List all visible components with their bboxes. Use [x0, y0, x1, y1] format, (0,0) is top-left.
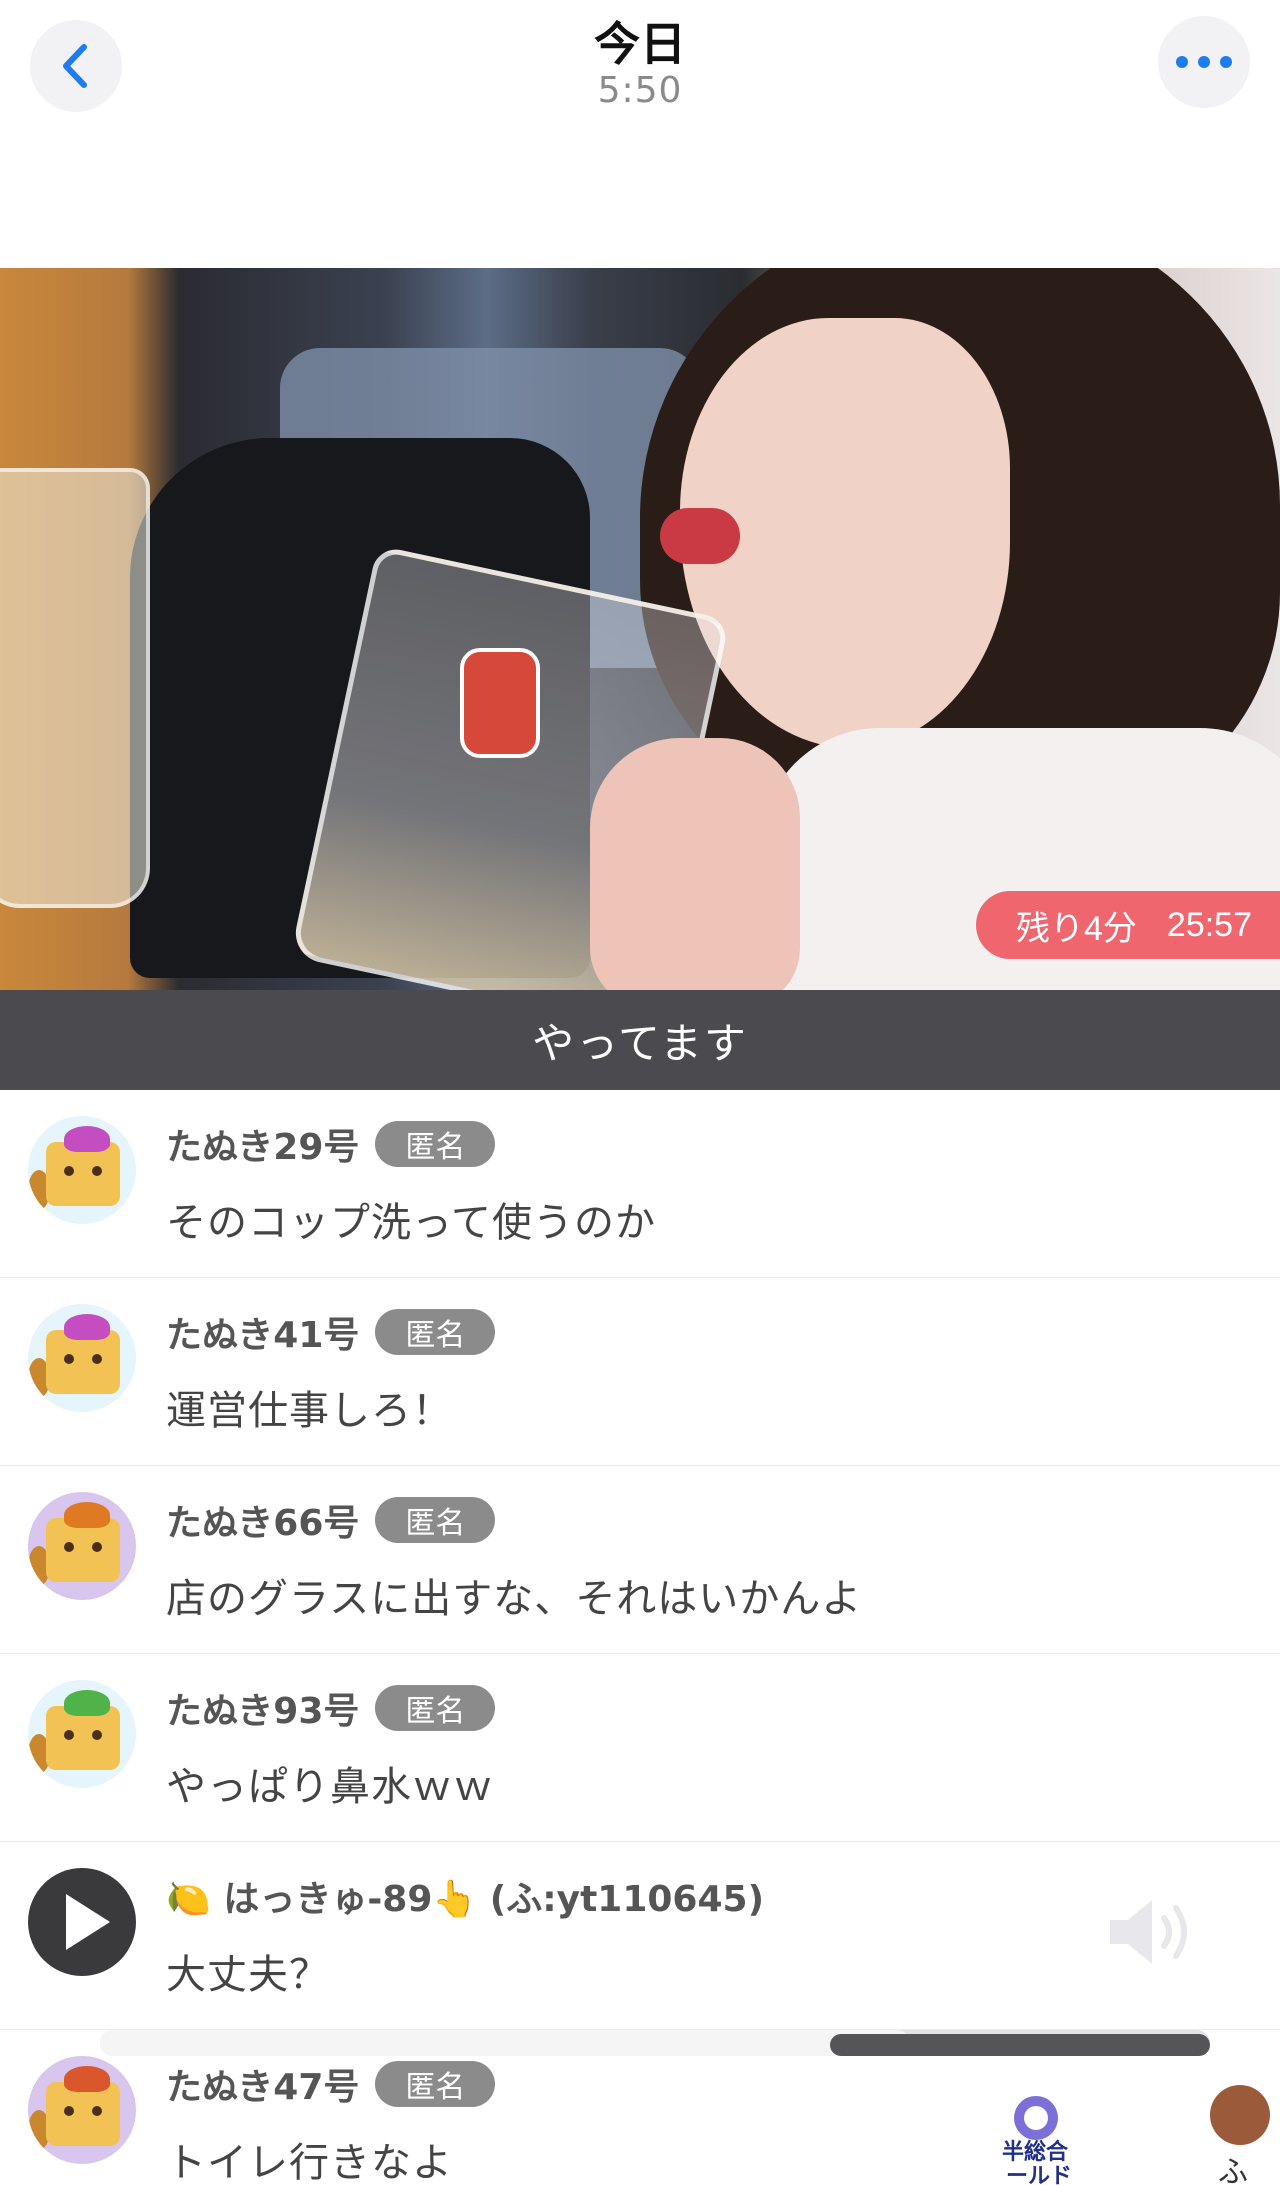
comment-text: 運営仕事しろ！ — [166, 1388, 453, 1434]
page-time: 5:50 — [597, 70, 683, 111]
channel-logo-secondary: ふ — [1200, 2085, 1280, 2185]
play-icon[interactable] — [66, 1894, 110, 1950]
comment-text: トイレ行きなよ — [166, 2140, 453, 2185]
comment-author: たぬき93号 — [166, 1691, 360, 1732]
header: 今日 5:50 — [0, 0, 1280, 268]
comment-text: 店のグラスに出すな、それはいかんよ — [166, 1576, 863, 1622]
list-item[interactable]: たぬき41号 匿名 運営仕事しろ！ — [0, 1278, 1280, 1466]
comment-text: そのコップ洗って使うのか — [166, 1200, 656, 1246]
channel-logo: 半総合 ールド — [1000, 2090, 1080, 2185]
comment-author: たぬき41号 — [166, 1315, 360, 1356]
comment-text: 大丈夫？ — [166, 1952, 330, 1998]
timer-value: 25:57 — [1166, 905, 1252, 944]
anonymous-badge: 匿名 — [375, 1121, 496, 1167]
anonymous-badge: 匿名 — [375, 1685, 496, 1731]
anonymous-badge: 匿名 — [375, 1309, 496, 1355]
remaining-time-badge: 残り4分 25:57 — [975, 891, 1280, 959]
media-scrub-handle[interactable] — [830, 2034, 1210, 2056]
comment-text: やっぱり鼻水ｗｗ — [166, 1764, 494, 1810]
speaker-icon[interactable] — [1104, 1892, 1204, 1972]
list-item[interactable]: たぬき29号 匿名 そのコップ洗って使うのか — [0, 1090, 1280, 1278]
anonymous-badge: 匿名 — [375, 1497, 496, 1543]
media-progress-fill — [100, 2030, 911, 2056]
video-caption: やってます — [0, 990, 1280, 1090]
page-title: 今日 — [594, 17, 686, 71]
video-glass-left — [0, 468, 150, 908]
video-frame[interactable]: 残り4分 25:57 — [0, 268, 1280, 990]
avatar[interactable] — [28, 1116, 136, 1224]
comment-author: たぬき66号 — [166, 1503, 360, 1544]
timer-label: 残り4分 — [1015, 909, 1137, 948]
ellipsis-icon — [1176, 56, 1232, 68]
comment-author: たぬき29号 — [166, 1127, 360, 1168]
comment-author: たぬき47号 — [166, 2067, 360, 2108]
logo-char: ふ — [1218, 2155, 1248, 2185]
video-lips — [660, 508, 740, 564]
anonymous-badge: 匿名 — [375, 2061, 496, 2107]
video-glass-sticker — [460, 648, 540, 758]
logo-line-2: ールド — [1006, 2163, 1073, 2185]
list-item[interactable]: 🍋 はっきゅ-89👆 (ふ:yt110645) 大丈夫？ — [0, 1842, 1280, 2030]
avatar[interactable] — [28, 1868, 136, 1976]
list-item[interactable]: たぬき66号 匿名 店のグラスに出すな、それはいかんよ — [0, 1466, 1280, 1654]
comment-list: たぬき29号 匿名 そのコップ洗って使うのか たぬき41号 匿名 運営仕事しろ！… — [0, 1090, 1280, 2185]
list-item[interactable]: たぬき93号 匿名 やっぱり鼻水ｗｗ — [0, 1654, 1280, 1842]
more-button[interactable] — [1158, 16, 1250, 108]
avatar[interactable] — [28, 1492, 136, 1600]
video-hand — [590, 738, 800, 990]
avatar[interactable] — [28, 2056, 136, 2164]
avatar[interactable] — [28, 1680, 136, 1788]
comment-author: 🍋 はっきゅ-89👆 (ふ:yt110645) — [166, 1879, 765, 1920]
avatar[interactable] — [28, 1304, 136, 1412]
